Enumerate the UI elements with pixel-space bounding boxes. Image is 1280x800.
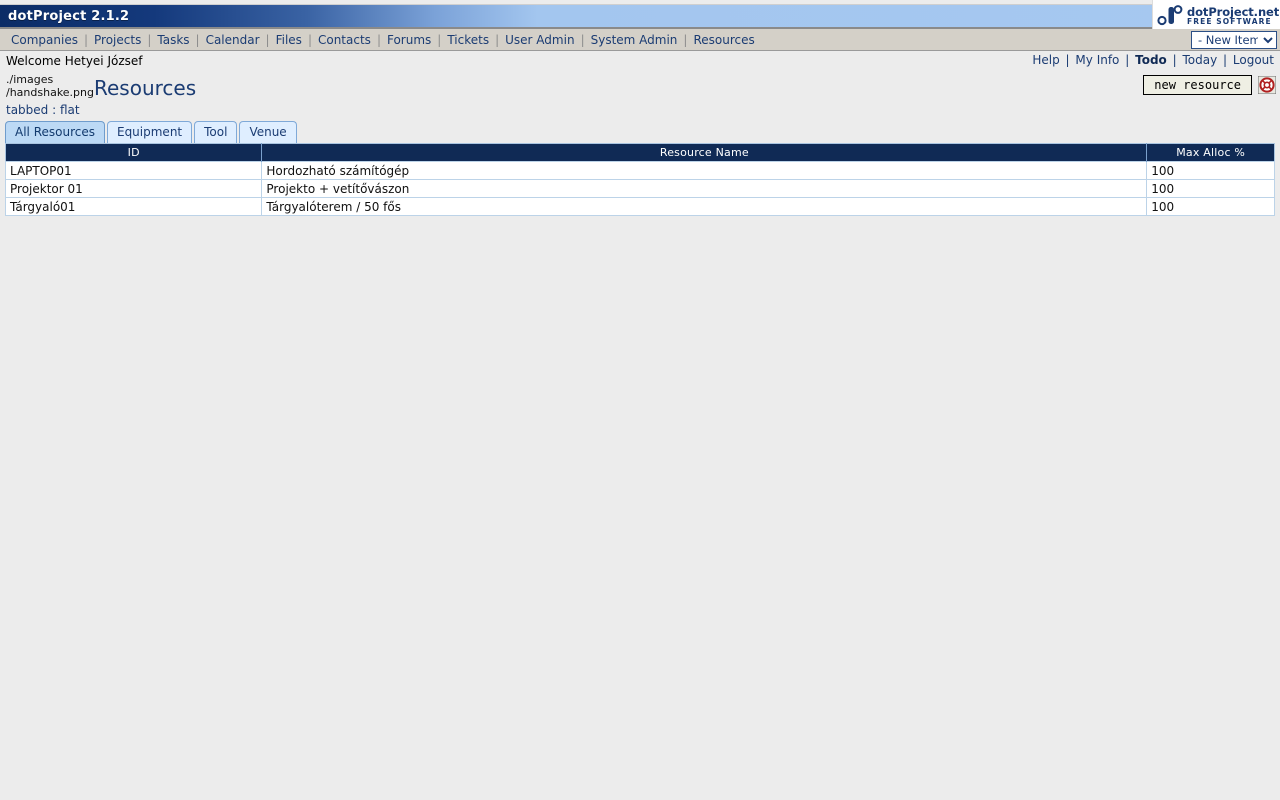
utility-links: Help | My Info | Todo | Today | Logout xyxy=(1032,53,1274,67)
nav-item-forums[interactable]: Forums xyxy=(381,33,437,47)
util-separator: | xyxy=(1223,53,1228,67)
page-header-actions: new resource xyxy=(1143,75,1277,95)
cell-resource-name[interactable]: Tárgyalóterem / 50 fős xyxy=(261,197,1148,216)
new-item-select[interactable]: - New Item - xyxy=(1191,31,1277,49)
app-titlebar: dotProject 2.1.2 dotProject.net FREE SOF… xyxy=(0,0,1280,31)
nav-item-projects[interactable]: Projects xyxy=(88,33,147,47)
cell-resource-id[interactable]: LAPTOP01 xyxy=(4,161,263,180)
page-title: Resources xyxy=(94,76,197,100)
tab-all-resources[interactable]: All Resources xyxy=(5,121,105,143)
cell-max-alloc: 100 xyxy=(1146,161,1275,180)
table-row[interactable]: Projektor 01 Projekto + vetítővászon 100 xyxy=(4,179,1275,198)
nav-item-user-admin[interactable]: User Admin xyxy=(499,33,580,47)
cell-resource-name[interactable]: Hordozható számítógép xyxy=(261,161,1148,180)
dotproject-logo-icon xyxy=(1157,4,1183,27)
nav-item-system-admin[interactable]: System Admin xyxy=(585,33,684,47)
column-header-id[interactable]: ID xyxy=(5,143,263,162)
column-header-resource-name[interactable]: Resource Name xyxy=(261,143,1148,162)
main-navigation-bar: Companies | Projects | Tasks | Calendar … xyxy=(0,29,1280,51)
table-header-row: ID Resource Name Max Alloc % xyxy=(5,143,1275,162)
nav-item-calendar[interactable]: Calendar xyxy=(200,33,266,47)
cell-resource-id[interactable]: Tárgyaló01 xyxy=(4,197,263,216)
cell-max-alloc: 100 xyxy=(1146,179,1275,198)
table-row[interactable]: Tárgyaló01 Tárgyalóterem / 50 fős 100 xyxy=(4,197,1275,216)
welcome-bar: Welcome Hetyei József Help | My Info | T… xyxy=(0,51,1280,71)
util-separator: | xyxy=(1125,53,1130,67)
welcome-text: Welcome Hetyei József xyxy=(6,54,143,68)
cell-max-alloc: 100 xyxy=(1146,197,1275,216)
new-resource-button[interactable]: new resource xyxy=(1143,75,1252,95)
logout-link[interactable]: Logout xyxy=(1233,53,1274,67)
cell-resource-id[interactable]: Projektor 01 xyxy=(4,179,263,198)
dotproject-brand-logo: dotProject.net FREE SOFTWARE xyxy=(1152,0,1280,31)
view-mode-label: tabbed : flat xyxy=(6,103,80,117)
nav-item-resources[interactable]: Resources xyxy=(687,33,760,47)
lifebuoy-icon[interactable] xyxy=(1257,75,1277,95)
app-title: dotProject 2.1.2 xyxy=(8,8,130,24)
nav-item-tickets[interactable]: Tickets xyxy=(441,33,495,47)
resources-table-wrap: ID Resource Name Max Alloc % LAPTOP01 Ho… xyxy=(0,143,1280,216)
resources-table: ID Resource Name Max Alloc % LAPTOP01 Ho… xyxy=(4,143,1275,216)
util-separator: | xyxy=(1065,53,1070,67)
resources-table-head: ID Resource Name Max Alloc % xyxy=(5,143,1275,162)
tab-tool[interactable]: Tool xyxy=(194,121,238,143)
brand-subtitle: FREE SOFTWARE xyxy=(1187,16,1272,26)
nav-item-tasks[interactable]: Tasks xyxy=(151,33,195,47)
tab-venue[interactable]: Venue xyxy=(239,121,297,143)
resource-tabs-wrap: All Resources Equipment Tool Venue xyxy=(0,119,1280,143)
todo-link[interactable]: Todo xyxy=(1135,53,1167,67)
util-separator: | xyxy=(1172,53,1177,67)
handshake-icon-broken: ./images /handshake.png xyxy=(6,73,94,99)
nav-item-contacts[interactable]: Contacts xyxy=(312,33,377,47)
table-row[interactable]: LAPTOP01 Hordozható számítógép 100 xyxy=(4,161,1275,180)
nav-item-files[interactable]: Files xyxy=(270,33,308,47)
resources-table-body: LAPTOP01 Hordozható számítógép 100 Proje… xyxy=(4,161,1275,216)
cell-resource-name[interactable]: Projekto + vetítővászon xyxy=(261,179,1148,198)
my-info-link[interactable]: My Info xyxy=(1075,53,1119,67)
column-header-max-alloc[interactable]: Max Alloc % xyxy=(1146,143,1275,162)
help-link[interactable]: Help xyxy=(1032,53,1059,67)
resource-tabs: All Resources Equipment Tool Venue xyxy=(5,119,1275,143)
brand-name: dotProject.net xyxy=(1187,4,1280,19)
tab-equipment[interactable]: Equipment xyxy=(106,121,193,143)
today-link[interactable]: Today xyxy=(1182,53,1217,67)
nav-item-companies[interactable]: Companies xyxy=(5,33,84,47)
page-header: ./images /handshake.png Resources tabbed… xyxy=(0,71,1280,119)
